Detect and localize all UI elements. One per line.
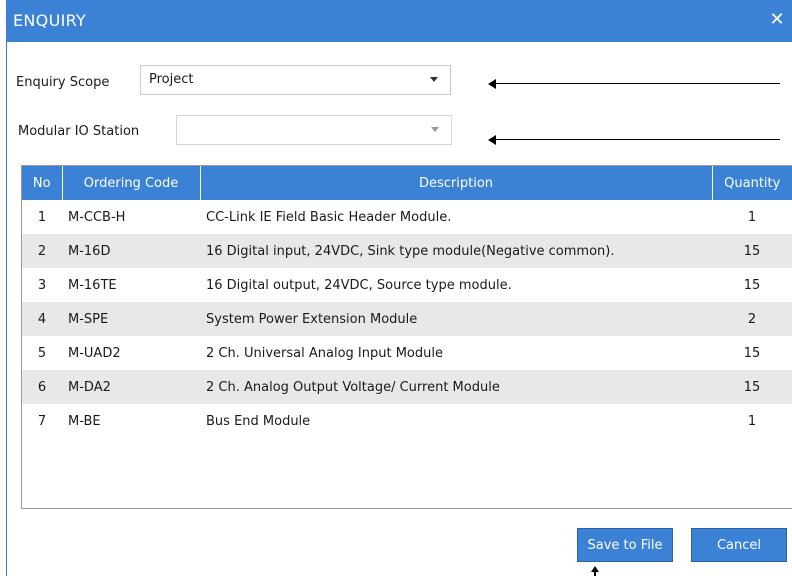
- mouse-cursor-icon: [591, 566, 599, 576]
- chevron-down-icon: [431, 127, 439, 132]
- cell-ordering-code: M-CCB-H: [68, 209, 126, 225]
- table-row[interactable]: 6 M-DA2 2 Ch. Analog Output Voltage/ Cur…: [22, 370, 792, 404]
- arrow-left-icon: [488, 79, 780, 89]
- cell-ordering-code: M-16D: [62, 234, 200, 268]
- cell-description: 16 Digital input, 24VDC, Sink type modul…: [200, 234, 712, 268]
- table-row[interactable]: 1 M-CCB-H CC-Link IE Field Basic Header …: [22, 200, 792, 234]
- cell-ordering-code: M-UAD2: [68, 345, 121, 361]
- cell-ordering-code: M-SPE: [62, 302, 200, 336]
- cell-no: 2: [22, 234, 62, 268]
- cell-ordering-code: M-16TE: [68, 277, 117, 293]
- header-no[interactable]: No: [22, 166, 63, 200]
- cell-description: 16 Digital output, 24VDC, Source type mo…: [206, 277, 512, 293]
- table-row[interactable]: 4 M-SPE System Power Extension Module 2: [22, 302, 792, 336]
- cell-no: 5: [37, 345, 47, 361]
- cell-no: 1: [37, 209, 47, 225]
- cell-no: 3: [37, 277, 47, 293]
- close-icon[interactable]: ✕: [767, 9, 787, 31]
- enquiry-scope-select[interactable]: Project: [140, 65, 451, 95]
- cell-description: System Power Extension Module: [200, 302, 712, 336]
- table-row[interactable]: 3 M-16TE 16 Digital output, 24VDC, Sourc…: [22, 268, 792, 302]
- table-row[interactable]: 5 M-UAD2 2 Ch. Universal Analog Input Mo…: [22, 336, 792, 370]
- header-quantity[interactable]: Quantity: [712, 166, 792, 200]
- order-table: No Ordering Code Description Quantity 1 …: [22, 166, 792, 438]
- table-header-row: No Ordering Code Description Quantity: [22, 166, 792, 200]
- order-table-container: No Ordering Code Description Quantity 1 …: [21, 165, 792, 509]
- cell-quantity: 15: [712, 234, 792, 268]
- cell-description: 2 Ch. Analog Output Voltage/ Current Mod…: [200, 370, 712, 404]
- cell-ordering-code: M-BE: [68, 413, 101, 429]
- arrow-left-icon: [488, 135, 780, 145]
- dialog-title: ENQUIRY: [13, 11, 87, 30]
- title-bar: ENQUIRY ✕: [7, 0, 792, 42]
- header-ordering-code[interactable]: Ordering Code: [62, 166, 201, 200]
- enquiry-scope-label: Enquiry Scope: [16, 75, 110, 90]
- enquiry-dialog: ENQUIRY ✕ Enquiry Scope Project Modular …: [6, 0, 792, 576]
- cell-description: 2 Ch. Universal Analog Input Module: [206, 345, 443, 361]
- table-row[interactable]: 2 M-16D 16 Digital input, 24VDC, Sink ty…: [22, 234, 792, 268]
- cell-no: 6: [22, 370, 62, 404]
- save-to-file-button[interactable]: Save to File: [577, 528, 673, 562]
- chevron-down-icon: [430, 77, 438, 82]
- cell-quantity: 15: [712, 370, 792, 404]
- cancel-button[interactable]: Cancel: [691, 528, 787, 562]
- table-row[interactable]: 7 M-BE Bus End Module 1: [22, 404, 792, 438]
- cell-ordering-code: M-DA2: [62, 370, 200, 404]
- cell-description: CC-Link IE Field Basic Header Module.: [206, 209, 452, 225]
- cell-no: 7: [37, 413, 47, 429]
- cell-quantity: 1: [747, 413, 757, 429]
- cell-quantity: 2: [712, 302, 792, 336]
- modular-io-station-label: Modular IO Station: [18, 124, 140, 139]
- cell-no: 4: [22, 302, 62, 336]
- header-description[interactable]: Description: [200, 166, 713, 200]
- enquiry-scope-value: Project: [149, 72, 194, 87]
- cell-quantity: 15: [743, 277, 761, 293]
- modular-io-station-select[interactable]: [176, 115, 452, 145]
- cell-quantity: 15: [743, 345, 761, 361]
- cell-description: Bus End Module: [206, 413, 311, 429]
- cell-quantity: 1: [747, 209, 757, 225]
